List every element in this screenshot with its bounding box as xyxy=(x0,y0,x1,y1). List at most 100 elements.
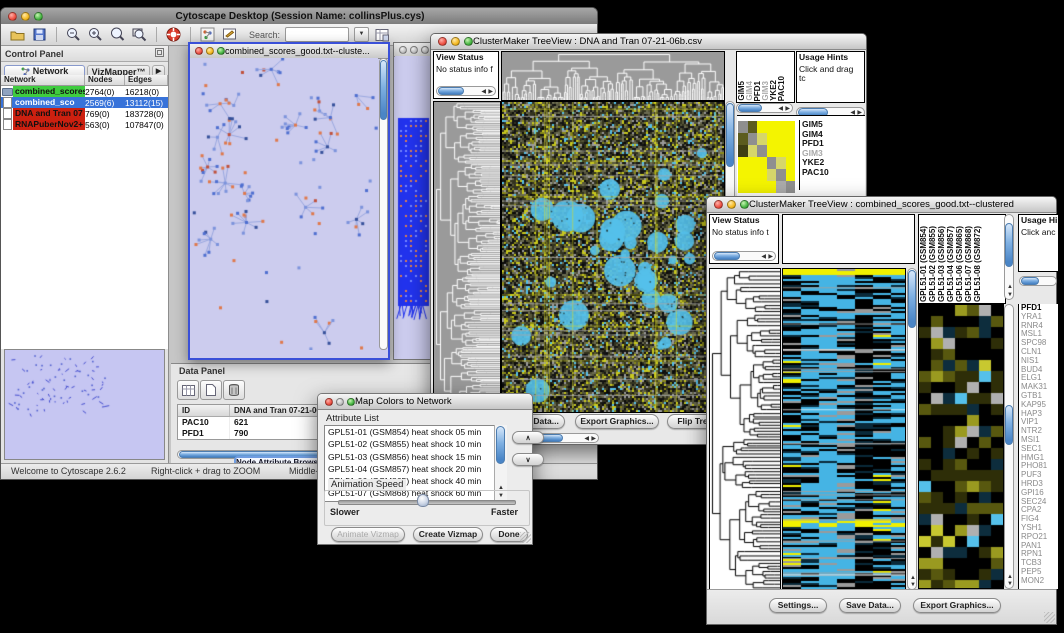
zoom-window-icon[interactable] xyxy=(740,200,749,209)
tv1-array-hscrollbar[interactable]: ◀▶ xyxy=(736,103,793,113)
tv2-zoom-vscrollbar[interactable]: ▲▼ xyxy=(1004,304,1014,589)
minimize-icon[interactable] xyxy=(451,37,460,46)
tv2-settings-button[interactable]: Settings... xyxy=(769,598,827,613)
tv2-heatmap[interactable] xyxy=(782,268,906,590)
tv1-similarity-matrix[interactable] xyxy=(738,121,795,193)
matrix-cell xyxy=(786,157,796,169)
close-icon[interactable] xyxy=(325,398,333,406)
tv2-array-dendrogram-panel[interactable] xyxy=(782,214,915,264)
close-icon[interactable] xyxy=(438,37,447,46)
gene-label[interactable]: MON2 xyxy=(1019,577,1058,586)
data-panel-title: Data Panel xyxy=(179,366,225,376)
zoom-window-icon[interactable] xyxy=(347,398,355,406)
tv1-export-graphics-button[interactable]: Export Graphics... xyxy=(575,414,659,429)
minimize-icon[interactable] xyxy=(410,46,418,54)
close-icon[interactable] xyxy=(195,47,203,55)
window-controls[interactable] xyxy=(8,12,43,21)
zoom-fit-icon[interactable] xyxy=(131,26,148,43)
open-file-icon[interactable] xyxy=(9,26,26,43)
network-list-header[interactable]: Network Nodes Edges xyxy=(1,75,168,86)
network-row[interactable]: RNAPuberNov2+563(0)107847(0) xyxy=(1,119,168,130)
cytopanel-icon[interactable] xyxy=(374,26,391,43)
network-overview-thumbnail[interactable] xyxy=(4,349,165,460)
attribute-item[interactable]: GPL51-01 (GSM854) heat shock 05 min xyxy=(325,426,505,438)
tv1-gene-dendrogram[interactable] xyxy=(433,101,501,413)
tv1-array-dendrogram[interactable] xyxy=(501,51,725,101)
array-label[interactable]: GPL51-08 (GSM872) xyxy=(974,226,982,302)
main-title-bar[interactable]: Cytoscape Desktop (Session Name: collins… xyxy=(1,8,597,25)
save-icon[interactable] xyxy=(31,26,48,43)
search-dropdown-arrow-icon[interactable]: ▼ xyxy=(354,27,369,42)
zoom-out-icon[interactable] xyxy=(65,26,82,43)
array-label[interactable]: GPL51-04 (GSM857) xyxy=(947,226,955,302)
tv2-save-data-button[interactable]: Save Data... xyxy=(839,598,901,613)
tv1-status-hscrollbar[interactable]: ◀▶ xyxy=(436,86,496,96)
array-label[interactable]: GPL51-06 (GSM865) xyxy=(956,226,964,302)
dialog-title-bar[interactable]: Map Colors to Network xyxy=(318,394,532,410)
tv1-bottom-hscrollbar[interactable]: ◀▶ xyxy=(535,433,599,443)
control-panel-title: Control Panel xyxy=(5,49,64,59)
help-lifering-icon[interactable] xyxy=(165,26,182,43)
map-colors-dialog: Map Colors to Network Attribute List GPL… xyxy=(317,393,533,545)
new-attribute-icon[interactable] xyxy=(200,380,222,400)
minimize-icon[interactable] xyxy=(206,47,214,55)
minimize-icon[interactable] xyxy=(21,12,30,21)
network-overview-icon[interactable] xyxy=(199,26,216,43)
search-input[interactable] xyxy=(285,27,349,42)
zoom-window-icon[interactable] xyxy=(421,46,429,54)
zoom-window-icon[interactable] xyxy=(464,37,473,46)
zoom-selected-icon[interactable] xyxy=(109,26,126,43)
tv2-zoom-heatmap[interactable] xyxy=(918,304,1004,589)
zoom-in-icon[interactable] xyxy=(87,26,104,43)
tv2-export-graphics-button[interactable]: Export Graphics... xyxy=(913,598,1001,613)
network-row[interactable]: combined_scores_2764(0)16218(0) xyxy=(1,86,168,97)
array-label[interactable]: GPL51-07 (GSM868) xyxy=(965,226,973,302)
close-icon[interactable] xyxy=(399,46,407,54)
treeview1-title-bar[interactable]: ClusterMaker TreeView : DNA and Tran 07-… xyxy=(431,34,866,50)
animate-vizmap-button[interactable]: Animate Vizmap xyxy=(331,527,405,542)
treeview2-title-bar[interactable]: ClusterMaker TreeView : combined_scores_… xyxy=(707,197,1056,213)
array-label[interactable]: GPL51-02 (GSM855) xyxy=(929,226,937,302)
annotation-icon[interactable] xyxy=(221,26,238,43)
attribute-item[interactable]: GPL51-03 (GSM856) heat shock 15 min xyxy=(325,451,505,463)
network-row[interactable]: combined_sco2569(6)13112(15) xyxy=(1,97,168,108)
network-canvas-2[interactable] xyxy=(395,56,431,359)
tv2-gene-dendrogram[interactable] xyxy=(709,268,781,590)
move-down-button[interactable]: ∨ xyxy=(512,453,544,466)
animation-speed-label: Animation Speed xyxy=(328,479,406,490)
create-vizmap-button[interactable]: Create Vizmap xyxy=(413,527,483,542)
matrix-cell xyxy=(786,145,796,157)
attribute-select-icon[interactable] xyxy=(177,380,199,400)
array-label[interactable]: GPL51-03 (GSM856) xyxy=(938,226,946,302)
zoom-window-icon[interactable] xyxy=(34,12,43,21)
delete-attribute-icon[interactable] xyxy=(223,380,245,400)
array-label[interactable]: GPL51-01 (GSM854) xyxy=(920,226,928,302)
child1-title-bar[interactable]: combined_scores_good.txt--cluste... xyxy=(190,44,388,59)
tv2-heatmap-vscrollbar[interactable]: ▲▼ xyxy=(907,268,917,590)
matrix-cell xyxy=(738,145,748,157)
zoom-window-icon[interactable] xyxy=(217,47,225,55)
minimize-icon[interactable] xyxy=(336,398,344,406)
tv2-hints-hscrollbar[interactable] xyxy=(1019,276,1057,286)
attribute-item[interactable]: GPL51-04 (GSM857) heat shock 20 min xyxy=(325,463,505,475)
network-view-window-1[interactable]: combined_scores_good.txt--cluste... xyxy=(188,42,390,360)
tv2-labels-vscrollbar[interactable]: ▲▼ xyxy=(1004,214,1014,300)
array-label[interactable]: PAC10 xyxy=(778,76,786,101)
resize-grip[interactable] xyxy=(520,532,531,543)
network-vscrollbar[interactable] xyxy=(379,58,388,350)
matrix-cell xyxy=(786,121,796,133)
tv2-status-hscrollbar[interactable]: ◀▶ xyxy=(712,251,776,261)
matrix-cell xyxy=(748,181,758,193)
close-icon[interactable] xyxy=(714,200,723,209)
network-canvas-1[interactable] xyxy=(190,58,378,350)
close-icon[interactable] xyxy=(8,12,17,21)
gene-label[interactable]: PAC10 xyxy=(800,168,863,178)
network-row[interactable]: DNA and Tran 07769(0)183728(0) xyxy=(1,108,168,119)
minimize-icon[interactable] xyxy=(727,200,736,209)
resize-grip[interactable] xyxy=(1044,612,1055,623)
move-up-button[interactable]: ∧ xyxy=(512,431,544,444)
slider-thumb[interactable] xyxy=(417,494,429,507)
float-panel-icon[interactable] xyxy=(155,48,164,59)
tv1-heatmap[interactable] xyxy=(501,101,725,413)
attribute-item[interactable]: GPL51-02 (GSM855) heat shock 10 min xyxy=(325,438,505,450)
